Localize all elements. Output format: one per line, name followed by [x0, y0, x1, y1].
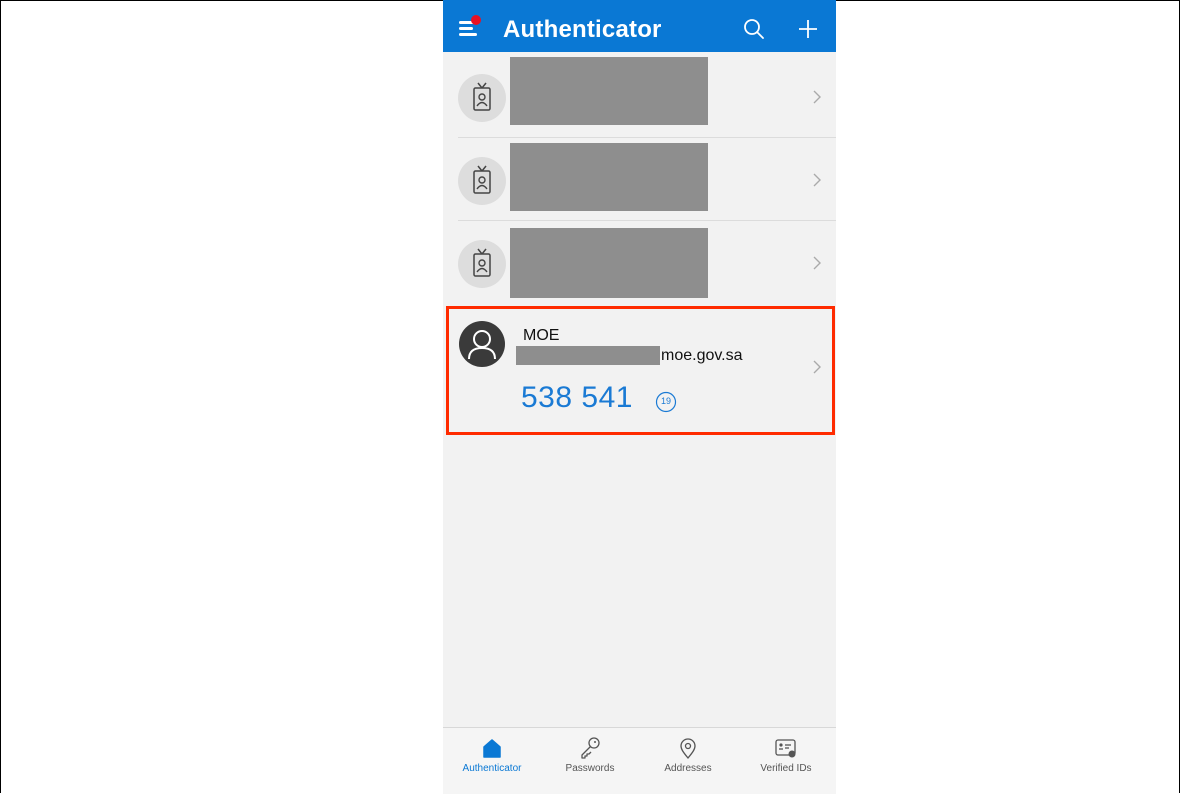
bottom-tab-bar: Authenticator Passwords Addresses Verifi… — [443, 727, 836, 794]
search-icon[interactable] — [743, 18, 765, 40]
account-email: moe.gov.sa — [661, 347, 743, 364]
tab-label: Verified IDs — [760, 763, 812, 774]
countdown-timer-icon: 19 — [655, 391, 677, 413]
chevron-right-icon — [813, 90, 821, 104]
account-row[interactable] — [443, 138, 836, 221]
phone-screen: Authenticator MOE moe.gov.sa 538 541 19 … — [443, 0, 836, 794]
chevron-right-icon — [813, 256, 821, 270]
id-badge-icon — [458, 74, 506, 122]
notification-dot — [471, 15, 481, 25]
person-avatar-icon — [459, 321, 505, 367]
countdown-seconds: 19 — [660, 396, 671, 406]
id-badge-icon — [458, 157, 506, 205]
key-icon — [581, 737, 600, 759]
tab-authenticator[interactable]: Authenticator — [443, 728, 541, 794]
account-name: MOE — [523, 327, 560, 344]
app-title: Authenticator — [503, 16, 662, 43]
tab-addresses[interactable]: Addresses — [639, 728, 737, 794]
account-row[interactable] — [443, 55, 836, 138]
tab-verified-ids[interactable]: Verified IDs — [737, 728, 835, 794]
home-icon — [483, 739, 501, 758]
moe-account-card[interactable]: MOE moe.gov.sa 538 541 19 — [446, 306, 835, 435]
hamburger-menu-icon[interactable] — [459, 15, 483, 38]
tab-label: Authenticator — [462, 763, 522, 774]
top-app-bar: Authenticator — [443, 0, 836, 52]
verified-id-card-icon — [775, 739, 796, 758]
redacted-email-prefix — [516, 346, 660, 365]
id-badge-icon — [458, 240, 506, 288]
redacted-account-info — [510, 143, 708, 211]
tab-label: Passwords — [565, 763, 615, 774]
location-pin-icon — [680, 738, 696, 760]
account-row[interactable] — [443, 221, 836, 304]
one-time-code[interactable]: 538 541 — [521, 381, 633, 415]
chevron-right-icon — [813, 173, 821, 187]
redacted-account-info — [510, 57, 708, 125]
plus-icon[interactable] — [795, 16, 821, 42]
tab-passwords[interactable]: Passwords — [541, 728, 639, 794]
redacted-account-info — [510, 228, 708, 298]
chevron-right-icon — [813, 360, 821, 374]
tab-label: Addresses — [664, 763, 712, 774]
